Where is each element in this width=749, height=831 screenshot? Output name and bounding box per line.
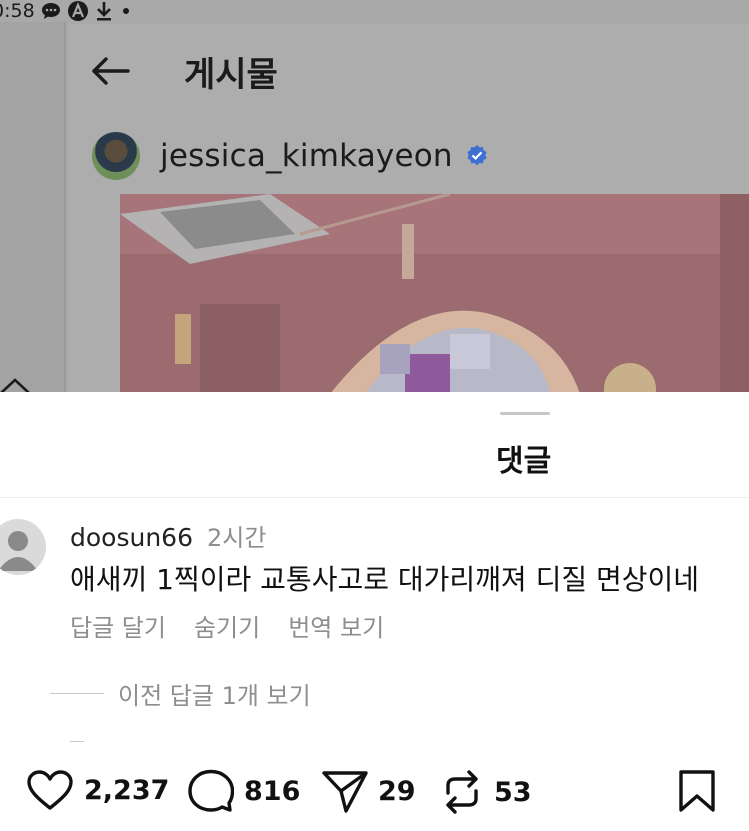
author-avatar[interactable]	[92, 132, 140, 180]
chat-bubble-icon	[41, 2, 61, 20]
hide-button[interactable]: 숨기기	[194, 608, 260, 643]
post-header: 게시물	[88, 46, 278, 96]
sheet-grab-handle[interactable]	[500, 412, 550, 415]
share-count: 29	[378, 775, 416, 807]
heart-icon[interactable]	[26, 769, 74, 811]
comment-item: doosun66 2시간 애새끼 1찍이라 교통사고로 대가리깨져 디질 면상이…	[0, 510, 749, 670]
comment-username[interactable]: doosun66	[70, 523, 193, 552]
screen: 0:58 게시물	[0, 0, 749, 831]
left-rail	[0, 22, 66, 392]
translate-button[interactable]: 번역 보기	[288, 608, 384, 643]
repost-icon[interactable]	[440, 769, 484, 815]
send-icon[interactable]	[322, 769, 368, 813]
background-overlay[interactable]: 0:58 게시물	[0, 0, 749, 392]
comment-meta: doosun66 2시간	[70, 518, 266, 553]
post-panel: 게시물 jessica_kimkayeon	[68, 24, 749, 392]
bookmark-action[interactable]	[678, 769, 716, 813]
page-title: 게시물	[184, 54, 278, 95]
sheet-divider	[0, 497, 749, 498]
comment-avatar[interactable]	[0, 519, 46, 575]
dot-icon	[119, 4, 133, 18]
app-a-icon	[67, 0, 89, 22]
author-username[interactable]: jessica_kimkayeon	[160, 138, 453, 174]
repost-count: 53	[494, 776, 532, 808]
comment-time: 2시간	[207, 524, 267, 552]
status-time: 0:58	[0, 0, 35, 22]
home-icon[interactable]	[0, 377, 34, 392]
replies-line	[50, 693, 104, 694]
view-replies-label: 이전 답글 1개 보기	[118, 682, 311, 710]
bookmark-icon[interactable]	[678, 769, 716, 813]
view-replies-link[interactable]: 이전 답글 1개 보기	[50, 676, 311, 711]
comments-sheet: 댓글 doosun66 2시간 애새끼 1찍이라 교통사고로 대가리깨져 디질 …	[0, 392, 749, 831]
verified-badge-icon	[465, 144, 489, 168]
post-image[interactable]	[120, 194, 749, 392]
download-icon	[95, 1, 113, 21]
status-bar: 0:58	[0, 0, 200, 22]
comment-bubble-icon[interactable]	[188, 769, 234, 813]
reply-indicator-line	[70, 741, 84, 742]
repost-action[interactable]: 53	[440, 769, 532, 815]
comment-actions: 답글 달기 숨기기 번역 보기	[70, 608, 384, 643]
sheet-title: 댓글	[496, 444, 552, 479]
like-action[interactable]: 2,237	[26, 769, 169, 811]
comment-text: 애새끼 1찍이라 교통사고로 대가리깨져 디질 면상이네	[70, 563, 700, 596]
reply-button[interactable]: 답글 달기	[70, 608, 166, 643]
like-count: 2,237	[84, 774, 170, 806]
share-action[interactable]: 29	[322, 769, 416, 813]
comment-action[interactable]: 816	[188, 769, 300, 813]
back-arrow-icon[interactable]	[88, 49, 132, 93]
action-bar: 2,237 816 29 53	[0, 757, 749, 827]
author-row[interactable]: jessica_kimkayeon	[92, 130, 489, 182]
comment-count: 816	[244, 775, 301, 807]
